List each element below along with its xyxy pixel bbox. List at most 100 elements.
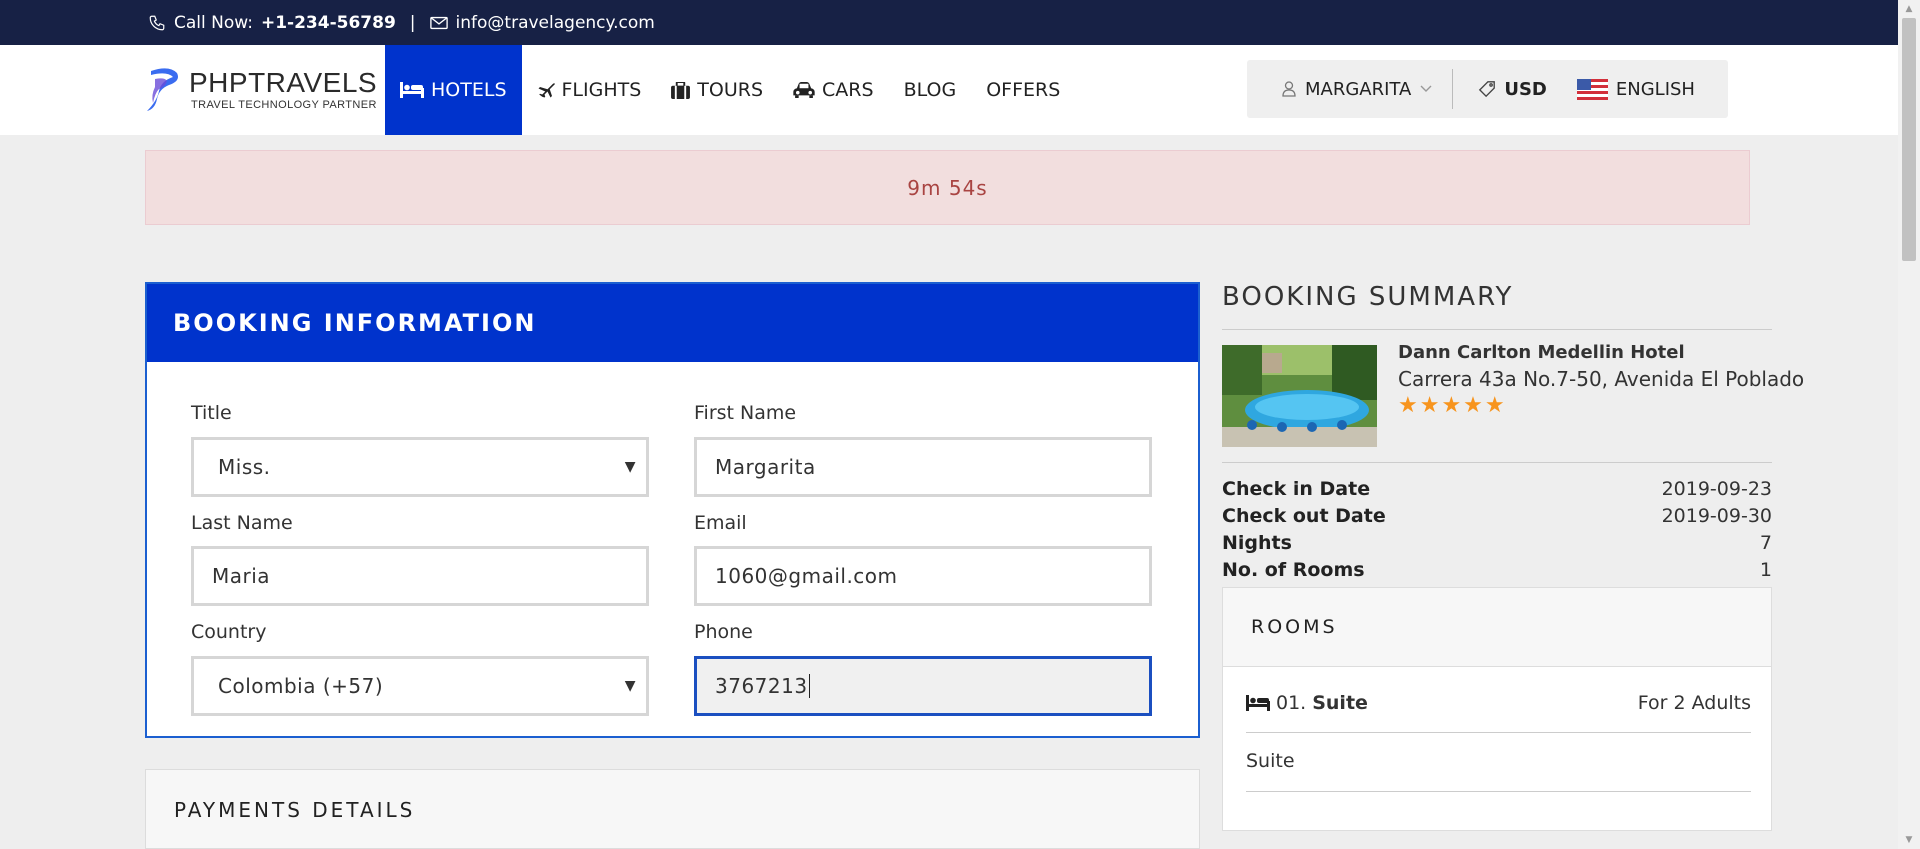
country-select[interactable]: Colombia (+57) ▼ xyxy=(191,656,649,716)
nav-blog-label: BLOG xyxy=(903,79,957,101)
currency-label: USD xyxy=(1504,78,1547,100)
logo-subtitle: TRAVEL TECHNOLOGY PARTNER xyxy=(191,99,377,111)
tag-icon xyxy=(1479,81,1496,98)
account-bar: MARGARITA USD ENGLISH xyxy=(1247,60,1728,118)
rooms-header: ROOMS xyxy=(1223,588,1771,667)
nav-flights[interactable]: FLIGHTS xyxy=(522,45,657,135)
email-link[interactable]: info@travelagency.com xyxy=(456,13,655,33)
user-name: MARGARITA xyxy=(1305,78,1412,100)
nights-row: Nights 7 xyxy=(1222,532,1772,559)
user-icon xyxy=(1282,81,1296,97)
page-scrollbar[interactable]: ▲ ▼ xyxy=(1898,0,1920,849)
currency-selector[interactable]: USD xyxy=(1478,79,1547,100)
nav-tours-label: TOURS xyxy=(697,79,764,101)
room-divider xyxy=(1246,791,1751,792)
main-navbar: PHPTRAVELS TRAVEL TECHNOLOGY PARTNER HOT… xyxy=(0,45,1898,135)
call-now-label: Call Now: xyxy=(174,12,253,33)
summary-divider xyxy=(1222,329,1772,330)
hotel-image xyxy=(1222,345,1377,447)
checkout-label: Check out Date xyxy=(1222,505,1386,527)
summary-divider xyxy=(1222,462,1772,463)
envelope-icon xyxy=(429,16,448,30)
countdown-timer: 9m 54s xyxy=(907,175,988,200)
star-rating: ★★★★★ xyxy=(1398,393,1507,418)
hotel-address: Carrera 43a No.7-50, Avenida El Poblado xyxy=(1398,367,1805,391)
checkin-row: Check in Date 2019-09-23 xyxy=(1222,478,1772,505)
booking-information-header: BOOKING INFORMATION xyxy=(147,284,1198,362)
title-select[interactable]: Miss. ▼ xyxy=(191,437,649,497)
chevron-down-icon xyxy=(1420,85,1432,92)
phone-number[interactable]: +1-234-56789 xyxy=(261,13,396,33)
language-selector[interactable]: ENGLISH xyxy=(1576,78,1695,100)
main-nav: HOTELS FLIGHTS TOURS CARS BLOG OFFERS xyxy=(385,45,1075,135)
nav-offers-label: OFFERS xyxy=(986,79,1061,101)
rooms-panel: ROOMS 01. Suite For 2 Adults Suite xyxy=(1222,587,1772,831)
us-flag-icon xyxy=(1576,78,1608,100)
country-label: Country xyxy=(191,621,267,643)
phone-value: 3767213 xyxy=(715,674,808,698)
logo[interactable]: PHPTRAVELS TRAVEL TECHNOLOGY PARTNER xyxy=(143,67,377,113)
text-cursor xyxy=(808,674,810,698)
language-label: ENGLISH xyxy=(1615,78,1695,100)
rooms-count-label: No. of Rooms xyxy=(1222,559,1365,581)
payments-details-header: PAYMENTS DETAILS xyxy=(174,798,416,822)
rooms-count-value: 1 xyxy=(1759,559,1772,581)
countdown-alert: 9m 54s xyxy=(145,150,1750,225)
nav-offers[interactable]: OFFERS xyxy=(971,45,1075,135)
bed-icon xyxy=(400,82,424,98)
first-name-field[interactable]: Margarita xyxy=(694,437,1152,497)
checkout-value: 2019-09-30 xyxy=(1661,505,1772,527)
top-bar: Call Now: +1-234-56789 | info@travelagen… xyxy=(0,0,1898,45)
logo-icon xyxy=(147,68,178,111)
hotel-name[interactable]: Dann Carlton Medellin Hotel xyxy=(1398,342,1685,363)
room-divider xyxy=(1246,732,1751,733)
user-menu[interactable]: MARGARITA xyxy=(1282,79,1432,100)
car-icon xyxy=(793,82,815,98)
topbar-separator: | xyxy=(409,12,416,33)
room-capacity: For 2 Adults xyxy=(1637,692,1751,714)
nav-flights-label: FLIGHTS xyxy=(561,79,642,101)
account-divider xyxy=(1452,69,1454,109)
room-name: Suite xyxy=(1312,692,1368,714)
title-value: Miss. xyxy=(218,455,271,479)
nav-blog[interactable]: BLOG xyxy=(889,45,972,135)
phone-label: Phone xyxy=(694,621,753,643)
bed-icon xyxy=(1246,695,1270,711)
checkin-value: 2019-09-23 xyxy=(1661,478,1772,500)
last-name-field[interactable]: Maria xyxy=(191,546,649,606)
scroll-up-arrow[interactable]: ▲ xyxy=(1898,0,1920,18)
email-field[interactable]: 1060@gmail.com xyxy=(694,546,1152,606)
nav-hotels[interactable]: HOTELS xyxy=(385,45,522,135)
booking-summary: BOOKING SUMMARY Dann Carlton Medellin Ho… xyxy=(1222,282,1804,831)
caret-down-icon: ▼ xyxy=(624,678,636,694)
phone-field[interactable]: 3767213 xyxy=(694,656,1152,716)
phone-icon xyxy=(148,14,166,32)
caret-down-icon: ▼ xyxy=(624,459,636,475)
nights-label: Nights xyxy=(1222,532,1292,554)
scroll-down-arrow[interactable]: ▼ xyxy=(1898,831,1920,849)
scrollbar-thumb[interactable] xyxy=(1902,18,1916,261)
room-row: 01. Suite For 2 Adults xyxy=(1246,692,1751,714)
plane-icon xyxy=(538,83,555,98)
room-type: Suite xyxy=(1246,750,1295,772)
last-name-value: Maria xyxy=(212,564,271,588)
country-value: Colombia (+57) xyxy=(218,674,384,698)
nights-value: 7 xyxy=(1759,532,1772,554)
checkin-label: Check in Date xyxy=(1222,478,1371,500)
suitcase-icon xyxy=(671,81,691,99)
logo-title: PHPTRAVELS xyxy=(189,67,378,98)
room-number: 01. xyxy=(1276,692,1307,714)
last-name-label: Last Name xyxy=(191,512,293,534)
email-value: 1060@gmail.com xyxy=(715,564,898,588)
first-name-value: Margarita xyxy=(715,455,816,479)
rooms-count-row: No. of Rooms 1 xyxy=(1222,559,1772,586)
first-name-label: First Name xyxy=(694,402,797,424)
payments-details-panel: PAYMENTS DETAILS xyxy=(145,769,1200,849)
title-label: Title xyxy=(191,402,232,424)
booking-information-card: BOOKING INFORMATION Title Miss. ▼ First … xyxy=(145,282,1200,738)
nav-tours[interactable]: TOURS xyxy=(656,45,778,135)
nav-hotels-label: HOTELS xyxy=(431,79,507,101)
nav-cars[interactable]: CARS xyxy=(778,45,889,135)
email-label: Email xyxy=(694,512,747,534)
nav-cars-label: CARS xyxy=(822,79,874,101)
